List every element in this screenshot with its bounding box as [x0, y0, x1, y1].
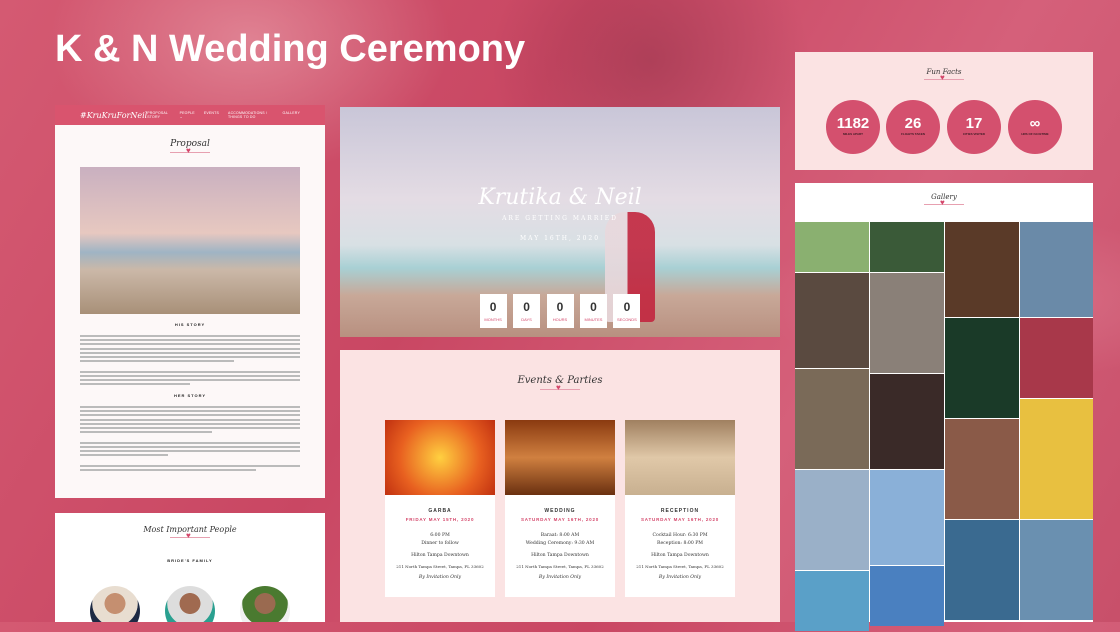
event-time: 6:00 PM	[430, 533, 450, 538]
gallery-photo[interactable]	[795, 470, 869, 570]
event-note: By Invitation Only	[658, 575, 702, 580]
nav-events[interactable]: EVENTS	[204, 111, 219, 119]
gallery-photo[interactable]	[1020, 222, 1093, 317]
event-time: Cocktail Hour: 6:30 PM	[652, 533, 708, 538]
event-address: 211 North Tampa Street, Tampa, FL 33602	[396, 564, 484, 569]
gallery-column	[945, 222, 1019, 621]
gallery-photo[interactable]	[795, 571, 869, 631]
hero-section: Krutika & Neil ARE GETTING MARRIED MAY 1…	[340, 107, 780, 337]
event-date: SATURDAY MAY 16TH, 2020	[520, 517, 600, 522]
countdown-minutes: 0 MINUTES	[579, 294, 607, 328]
event-date: FRIDAY MAY 15TH, 2020	[405, 517, 475, 522]
his-story-text	[55, 335, 325, 386]
gallery-photo[interactable]	[870, 374, 944, 469]
gallery-photo[interactable]	[870, 470, 944, 565]
heart-divider	[924, 198, 964, 207]
person-photo[interactable]	[165, 586, 215, 622]
fact-cities: 17 CITIES VISITED	[947, 100, 1001, 154]
gallery-photo[interactable]	[870, 566, 944, 626]
gallery-column	[1020, 222, 1093, 621]
event-name: RECEPTION	[660, 508, 700, 514]
nav-gallery[interactable]: GALLERY	[283, 111, 300, 119]
her-story-text	[55, 406, 325, 471]
event-card-reception: RECEPTION SATURDAY MAY 16TH, 2020 Cockta…	[625, 420, 735, 597]
gallery-photo[interactable]	[1020, 399, 1093, 519]
proposal-page: #KruKruForNeil PROPOSAL STORY PEOPLE ⌄ E…	[55, 105, 325, 498]
countdown-hours: 0 HOURS	[546, 294, 574, 328]
heart-divider	[540, 383, 580, 392]
event-note: By Invitation Only	[538, 575, 582, 580]
countdown-days: 0 DAYS	[513, 294, 541, 328]
event-detail: Dinner to follow	[421, 541, 459, 546]
person-photo[interactable]	[90, 586, 140, 622]
gallery-photo[interactable]	[945, 520, 1019, 620]
brides-family-heading: BRIDE'S FAMILY	[167, 558, 213, 563]
wedding-date: MAY 16TH, 2020	[519, 235, 601, 242]
event-venue: Hilton Tampa Downtown	[531, 553, 589, 558]
countdown-seconds: 0 SECONDS	[613, 294, 641, 328]
nav-proposal[interactable]: PROPOSAL STORY	[147, 111, 170, 119]
gallery-photo[interactable]	[795, 273, 869, 368]
gallery-photo[interactable]	[795, 369, 869, 469]
event-name: WEDDING	[544, 508, 576, 514]
countdown-months: 0 MONTHS	[479, 294, 507, 328]
event-detail: Wedding Ceremony: 9:30 AM	[525, 541, 595, 546]
gallery-photo[interactable]	[795, 222, 869, 272]
countdown: 0 MONTHS 0 DAYS 0 HOURS 0 MINUTES 0 SECONDS	[340, 294, 780, 328]
event-address: 211 North Tampa Street, Tampa, FL 33602	[516, 564, 604, 569]
site-logo[interactable]: #KruKruForNeil	[80, 111, 147, 120]
event-date: SATURDAY MAY 16TH, 2020	[640, 517, 720, 522]
gallery-photo[interactable]	[1020, 318, 1093, 398]
his-story-heading: HIS STORY	[174, 322, 206, 327]
gallery-photo[interactable]	[945, 419, 1019, 519]
event-time: Baraat: 8:00 AM	[540, 533, 580, 538]
event-venue: Hilton Tampa Downtown	[651, 553, 709, 558]
event-address: 211 North Tampa Street, Tampa, FL 33602	[636, 564, 724, 569]
fact-facetime: ∞ HRS OF FACETIME	[1008, 100, 1062, 154]
event-card-garba: GARBA FRIDAY MAY 15TH, 2020 6:00 PM Dinn…	[385, 420, 495, 597]
nav-accommodations[interactable]: ACCOMMODATIONS / THINGS TO DO	[228, 111, 273, 119]
her-story-heading: HER STORY	[173, 393, 207, 399]
gallery-photo[interactable]	[870, 273, 944, 373]
fact-miles: 1182 MILES APART	[826, 100, 880, 154]
gallery-photo[interactable]	[870, 222, 944, 272]
gallery-photo[interactable]	[945, 222, 1019, 317]
event-venue: Hilton Tampa Downtown	[411, 553, 469, 558]
event-name: GARBA	[428, 508, 452, 514]
site-nav: #KruKruForNeil PROPOSAL STORY PEOPLE ⌄ E…	[55, 105, 325, 125]
gallery-column	[795, 222, 869, 632]
event-image	[625, 420, 735, 495]
hero-subtitle: ARE GETTING MARRIED	[502, 215, 618, 222]
event-note: By Invitation Only	[418, 575, 462, 580]
page-title: K & N Wedding Ceremony	[55, 28, 526, 70]
fact-flights: 26 FLIGHTS TAKEN	[886, 100, 940, 154]
proposal-photo	[80, 167, 300, 314]
heart-divider	[924, 73, 964, 82]
event-card-wedding: WEDDING SATURDAY MAY 16TH, 2020 Baraat: …	[505, 420, 615, 597]
gallery-column	[870, 222, 944, 627]
nav-people[interactable]: PEOPLE ⌄	[180, 111, 195, 119]
heart-divider	[170, 146, 210, 155]
person-photo[interactable]	[240, 586, 290, 622]
people-page: Most Important People BRIDE'S FAMILY	[55, 513, 325, 622]
heart-divider	[170, 531, 210, 540]
event-detail: Reception: 8:00 PM	[656, 541, 704, 546]
event-image	[385, 420, 495, 495]
event-image	[505, 420, 615, 495]
couple-names: Krutika & Neil	[478, 185, 642, 210]
gallery-photo[interactable]	[945, 318, 1019, 418]
gallery-photo[interactable]	[1020, 520, 1093, 620]
